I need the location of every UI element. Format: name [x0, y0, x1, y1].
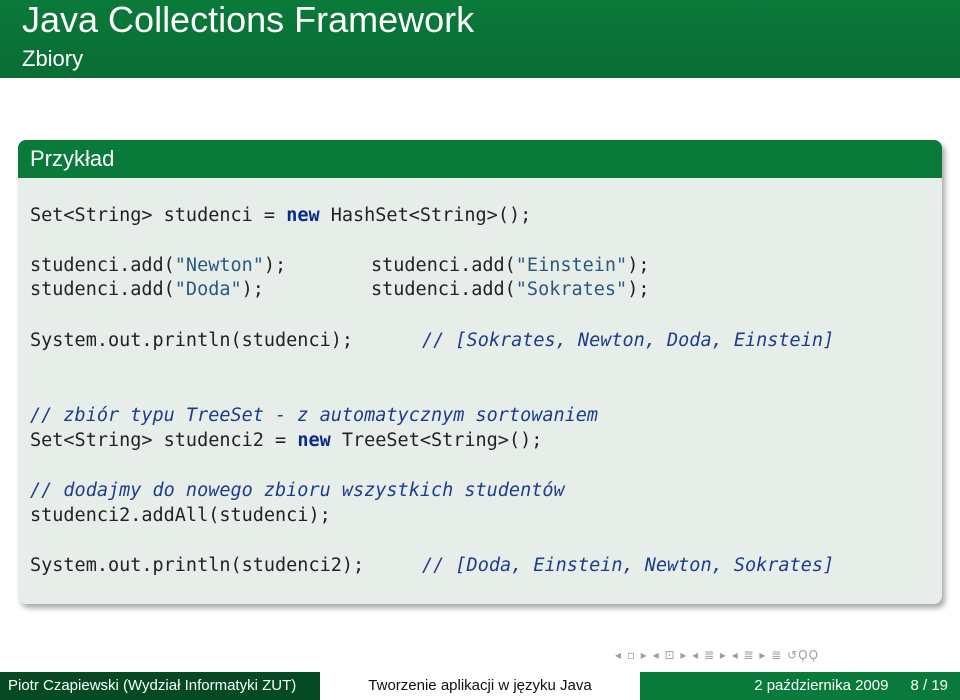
- code-line-2: studenci.add("Newton");: [30, 254, 286, 278]
- beamer-navigation-icons[interactable]: ◂ ▫ ▸ ◂ ⊡ ▸ ◂ ≣ ▸ ◂ ≣ ▸ ≣ ↺ϘϘ: [615, 648, 819, 662]
- code-area: Set<String> studenci = new HashSet<Strin…: [30, 178, 930, 604]
- code-text: System.out.println(studenci);: [30, 330, 354, 351]
- code-text: studenci.add(: [30, 255, 175, 276]
- code-text: studenci.add(: [371, 255, 516, 276]
- slide-header: Java Collections Framework Zbiory: [0, 0, 960, 78]
- code-comment-4: // [Sokrates, Newton, Doda, Einstein]: [422, 330, 835, 351]
- code-line-4: System.out.println(studenci);: [30, 329, 353, 353]
- string-literal: "Sokrates": [515, 279, 628, 300]
- code-line-1: Set<String> studenci = new HashSet<Strin…: [30, 204, 531, 228]
- code-text: HashSet<String>();: [319, 205, 532, 226]
- string-literal: "Newton": [174, 255, 264, 276]
- code-text: Set<String> studenci =: [30, 205, 287, 226]
- code-line-3: studenci.add("Doda");: [30, 278, 264, 302]
- slide-footer: Piotr Czapiewski (Wydział Informatyki ZU…: [0, 672, 960, 700]
- footer-info: 2 października 2009 8 / 19: [640, 672, 960, 700]
- example-block: Przykład Set<String> studenci = new Hash…: [18, 140, 942, 604]
- code-line-8: studenci2.addAll(studenci);: [30, 505, 331, 526]
- footer-date: 2 października 2009: [754, 677, 889, 694]
- code-line-9: System.out.println(studenci2);: [30, 555, 365, 576]
- keyword: new: [297, 430, 331, 451]
- code-text: studenci.add(: [30, 279, 175, 300]
- footer-page-number: 8 / 19: [910, 677, 948, 694]
- code-line-6: Set<String> studenci2 = new TreeSet<Stri…: [30, 429, 542, 453]
- code-text: );: [263, 255, 287, 276]
- code-comment-7: // dodajmy do nowego zbioru wszystkich s…: [30, 480, 565, 501]
- code-comment-5: // zbiór typu TreeSet - z automatycznym …: [30, 405, 599, 426]
- string-literal: "Einstein": [515, 255, 628, 276]
- code-text: );: [241, 279, 264, 300]
- block-title: Przykład: [18, 140, 942, 178]
- footer-course: Tworzenie aplikacji w języku Java: [320, 672, 640, 700]
- code-text: Set<String> studenci2 =: [30, 430, 298, 451]
- keyword: new: [286, 205, 320, 226]
- code-text: TreeSet<String>();: [330, 430, 543, 451]
- code-line-2-right: studenci.add("Einstein");: [371, 254, 649, 278]
- code-line-3-right: studenci.add("Sokrates");: [371, 278, 649, 302]
- slide-title: Java Collections Framework: [22, 0, 475, 40]
- code-text: );: [627, 255, 650, 276]
- footer-author: Piotr Czapiewski (Wydział Informatyki ZU…: [0, 672, 320, 700]
- code-comment-9: // [Doda, Einstein, Newton, Sokrates]: [422, 555, 835, 576]
- code-text: );: [627, 279, 650, 300]
- code-text: studenci.add(: [371, 279, 516, 300]
- slide-subtitle: Zbiory: [22, 46, 84, 71]
- string-literal: "Doda": [174, 279, 242, 300]
